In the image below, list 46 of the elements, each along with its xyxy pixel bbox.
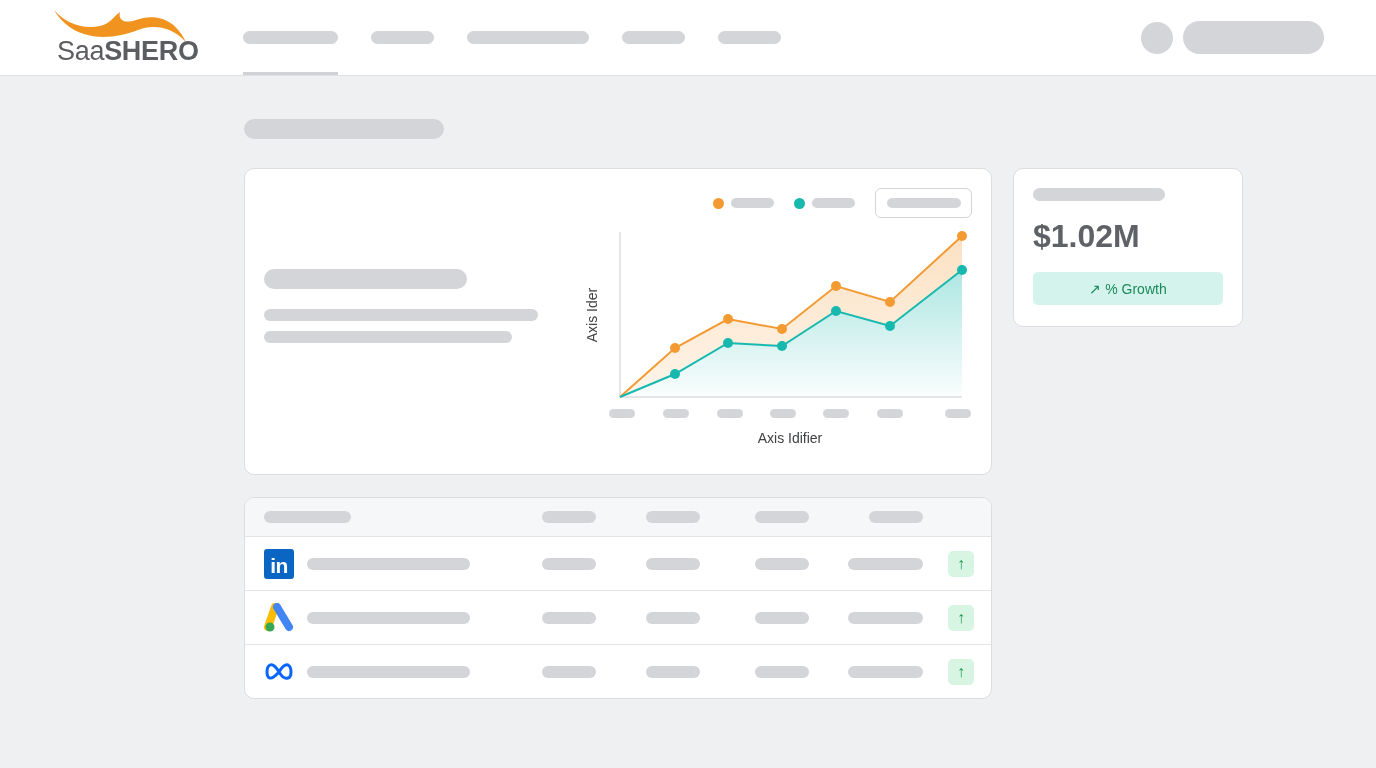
data-point xyxy=(723,338,733,348)
trend-badge: ↑ xyxy=(948,658,974,685)
tick-placeholder xyxy=(609,409,635,418)
value-placeholder xyxy=(646,665,700,678)
legend-placeholder xyxy=(731,198,774,208)
trend-badge: ↑ xyxy=(948,550,974,577)
stat-value: $1.02M xyxy=(1033,220,1141,252)
tick-placeholder xyxy=(663,409,689,418)
value-placeholder xyxy=(755,557,809,570)
data-point xyxy=(957,231,967,241)
table-row[interactable]: in ↑ xyxy=(245,536,991,590)
tick-placeholder xyxy=(823,409,849,418)
table-row[interactable]: ↑ xyxy=(245,644,991,698)
triangle-logo-icon xyxy=(264,602,294,633)
x-axis-title: Axis Idifier xyxy=(757,430,823,446)
data-point xyxy=(957,265,967,275)
value-placeholder xyxy=(542,665,596,678)
tick-placeholder xyxy=(877,409,903,418)
data-point xyxy=(777,341,787,351)
legend-placeholder xyxy=(812,198,855,208)
value-placeholder xyxy=(646,611,700,624)
data-point xyxy=(885,297,895,307)
tick-placeholder xyxy=(945,409,971,418)
data-point xyxy=(670,369,680,379)
data-point xyxy=(885,321,895,331)
linkedin-icon: in xyxy=(264,548,294,579)
tick-placeholder xyxy=(717,409,743,418)
data-point xyxy=(777,324,787,334)
y-axis-title: Axis Ider xyxy=(584,287,600,343)
value-placeholder xyxy=(755,611,809,624)
data-point xyxy=(670,343,680,353)
value-placeholder xyxy=(755,665,809,678)
value-placeholder xyxy=(646,557,700,570)
growth-badge: ↗ % Growth xyxy=(1033,272,1223,305)
value-placeholder xyxy=(542,557,596,570)
value-placeholder xyxy=(542,611,596,624)
avatar[interactable] xyxy=(1141,21,1173,54)
data-point xyxy=(831,281,841,291)
tick-placeholder xyxy=(770,409,796,418)
data-point xyxy=(831,306,841,316)
trend-badge: ↑ xyxy=(948,604,974,631)
account-button[interactable] xyxy=(1183,21,1324,54)
logo-text[interactable]: SaaSHERO xyxy=(57,38,199,65)
table-row[interactable]: ↑ xyxy=(245,590,991,644)
range-button[interactable] xyxy=(875,188,972,218)
data-point xyxy=(723,314,733,324)
